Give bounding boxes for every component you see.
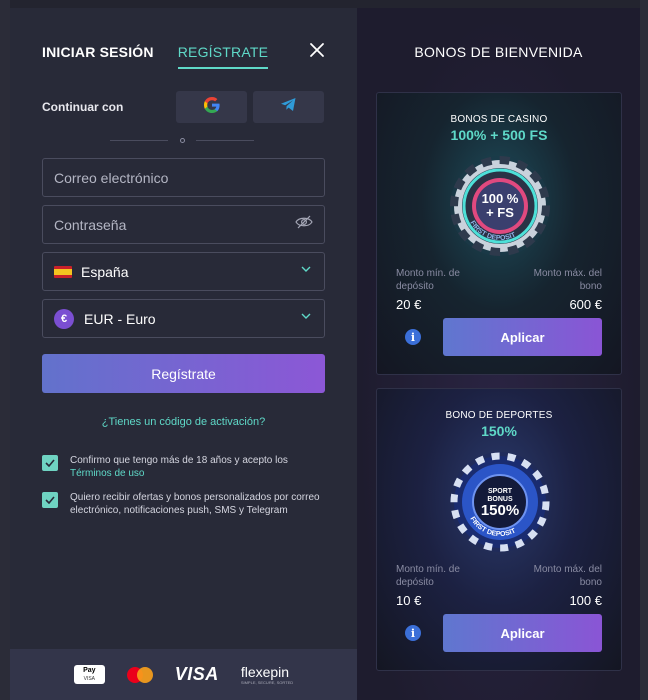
tab-login[interactable]: INICIAR SESIÓN — [42, 44, 154, 69]
google-login-button[interactable] — [176, 91, 247, 123]
casino-bonus-value: 100% + 500 FS — [450, 127, 548, 143]
apple-pay-label: Pay — [83, 666, 96, 674]
register-button[interactable]: Regístrate — [42, 354, 325, 393]
registration-panel: INICIAR SESIÓN REGÍSTRATE Continuar con — [10, 8, 357, 700]
country-value: España — [81, 263, 129, 280]
marketing-consent-checkbox[interactable] — [42, 492, 58, 508]
currency-value: EUR - Euro — [84, 310, 156, 327]
spain-flag-icon — [54, 265, 72, 278]
payment-methods: Pay VISA VISA flexepin SIMPLE, SECURE, S… — [10, 649, 357, 700]
sport-bonus-value: 150% — [481, 423, 517, 439]
casino-chip-icon: 100 % + FS FIRST DEPOSIT — [450, 156, 550, 256]
casino-chip-line1: 100 % — [482, 191, 519, 206]
email-input[interactable] — [54, 169, 313, 186]
google-icon — [203, 96, 220, 118]
terms-of-use-link[interactable]: Términos de uso — [70, 468, 144, 479]
age-consent-text: Confirmo que tengo más de 18 años y acep… — [70, 454, 322, 480]
marketing-consent-text: Quiero recibir ofertas y bonos personali… — [70, 492, 320, 516]
casino-min-deposit-value: 20 € — [396, 297, 422, 312]
close-icon[interactable] — [307, 40, 327, 60]
sport-bonus-label: BONO DE DEPORTES — [445, 410, 553, 421]
currency-select[interactable]: € EUR - Euro — [42, 299, 325, 338]
sport-apply-button[interactable]: Aplicar — [443, 614, 602, 652]
casino-bonus-label: BONOS DE CASINO — [450, 114, 548, 125]
backdrop-edge-right — [640, 0, 648, 700]
sport-min-deposit-value: 10 € — [396, 593, 422, 608]
country-select[interactable]: España — [42, 252, 325, 291]
casino-bonus-card: BONOS DE CASINO 100% + 500 FS 100 % + FS… — [376, 92, 622, 375]
casino-chip-line2: + FS — [486, 205, 514, 220]
age-consent-checkbox[interactable] — [42, 455, 58, 471]
flexepin-tagline: SIMPLE, SECURE, SORTED — [240, 680, 294, 685]
mastercard-logo — [126, 666, 153, 683]
backdrop-edge-left — [0, 0, 10, 700]
age-consent-label: Confirmo que tengo más de 18 años y acep… — [70, 455, 288, 466]
casino-max-bonus-value: 600 € — [569, 297, 602, 312]
sport-min-deposit-label: Monto mín. de depósito — [396, 564, 460, 588]
flexepin-logo: flexepin SIMPLE, SECURE, SORTED — [241, 664, 293, 685]
info-icon[interactable]: i — [405, 625, 421, 641]
check-icon — [45, 496, 55, 504]
casino-apply-button[interactable]: Aplicar — [443, 318, 602, 356]
sport-max-bonus-label: Monto máx. del bono — [533, 564, 602, 588]
visa-logo: VISA — [174, 664, 219, 684]
telegram-icon — [280, 97, 297, 117]
age-consent-row: Confirmo que tengo más de 18 años y acep… — [42, 454, 322, 480]
password-field[interactable] — [42, 205, 325, 244]
marketing-consent-row: Quiero recibir ofertas y bonos personali… — [42, 491, 322, 517]
sport-chip-icon: SPORT BONUS 150% FIRST DEPOSIT — [450, 452, 550, 552]
sport-chip-line1: SPORT — [488, 488, 513, 495]
password-input[interactable] — [54, 216, 295, 233]
telegram-login-button[interactable] — [253, 91, 324, 123]
chevron-down-icon — [299, 309, 313, 328]
eye-off-icon[interactable] — [295, 215, 313, 234]
sport-chip-line3: 150% — [481, 502, 519, 519]
check-icon — [45, 459, 55, 467]
welcome-bonus-panel: BONOS DE BIENVENIDA BONOS DE CASINO 100%… — [357, 8, 640, 700]
activation-code-link[interactable]: ¿Tienes un código de activación? — [10, 416, 357, 428]
apple-pay-logo: Pay VISA — [73, 665, 105, 684]
sport-bonus-card: BONO DE DEPORTES 150% SPORT BONUS 150% F… — [376, 388, 622, 671]
divider-dot — [180, 138, 185, 143]
auth-tabs: INICIAR SESIÓN REGÍSTRATE — [42, 44, 269, 69]
casino-min-deposit-label: Monto mín. de depósito — [396, 268, 460, 292]
divider-line-left — [110, 140, 168, 141]
tab-register[interactable]: REGÍSTRATE — [177, 44, 269, 69]
chevron-down-icon — [299, 262, 313, 281]
divider-line-right — [196, 140, 254, 141]
email-field[interactable] — [42, 158, 325, 197]
bonus-panel-title: BONOS DE BIENVENIDA — [414, 44, 583, 60]
info-icon[interactable]: i — [405, 329, 421, 345]
sport-max-bonus-value: 100 € — [569, 593, 602, 608]
apple-pay-sub: VISA — [83, 675, 95, 682]
casino-max-bonus-label: Monto máx. del bono — [533, 268, 602, 292]
flexepin-label: flexepin — [240, 664, 290, 680]
continue-with-label: Continuar con — [42, 100, 124, 114]
euro-icon: € — [54, 308, 74, 329]
